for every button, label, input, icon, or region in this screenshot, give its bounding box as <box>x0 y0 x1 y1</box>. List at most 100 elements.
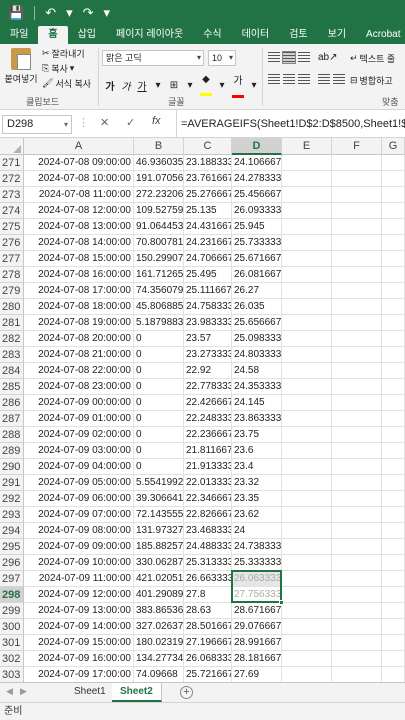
cell-empty[interactable] <box>382 171 405 187</box>
cell-empty[interactable] <box>382 267 405 283</box>
cell-d[interactable]: 27.756333 <box>232 587 282 603</box>
cell-empty[interactable] <box>382 299 405 315</box>
cell-d[interactable]: 25.733333 <box>232 235 282 251</box>
cell-empty[interactable] <box>332 459 382 475</box>
cell-empty[interactable] <box>332 379 382 395</box>
cell-b[interactable]: 0 <box>134 395 184 411</box>
cell-empty[interactable] <box>332 491 382 507</box>
row-header[interactable]: 272 <box>0 171 24 187</box>
cell-empty[interactable] <box>282 347 332 363</box>
cell-d[interactable]: 29.076667 <box>232 619 282 635</box>
cell-b[interactable]: 70.800781 <box>134 235 184 251</box>
cell-b[interactable]: 383.86536 <box>134 603 184 619</box>
cell-empty[interactable] <box>282 667 332 682</box>
bold-button[interactable]: 가 <box>104 78 116 93</box>
row-header[interactable]: 274 <box>0 203 24 219</box>
cell-c[interactable]: 24.706667 <box>184 251 232 267</box>
cell-empty[interactable] <box>332 219 382 235</box>
cell-a[interactable]: 2024-07-08 21:00:00 <box>24 347 134 363</box>
cell-c[interactable]: 25.495 <box>184 267 232 283</box>
cell-empty[interactable] <box>382 331 405 347</box>
cell-b[interactable]: 74.09668 <box>134 667 184 682</box>
cell-empty[interactable] <box>332 187 382 203</box>
chevron-down-icon[interactable]: ▾ <box>216 80 228 91</box>
cell-c[interactable]: 22.236667 <box>184 427 232 443</box>
cell-c[interactable]: 25.135 <box>184 203 232 219</box>
cell-empty[interactable] <box>382 667 405 682</box>
cell-empty[interactable] <box>282 635 332 651</box>
cell-d[interactable]: 28.671667 <box>232 603 282 619</box>
row-header[interactable]: 299 <box>0 603 24 619</box>
cell-empty[interactable] <box>332 331 382 347</box>
cell-empty[interactable] <box>382 347 405 363</box>
row-header[interactable]: 287 <box>0 411 24 427</box>
cell-c[interactable]: 27.8 <box>184 587 232 603</box>
cell-empty[interactable] <box>382 363 405 379</box>
cell-a[interactable]: 2024-07-09 07:00:00 <box>24 507 134 523</box>
cell-d[interactable]: 25.656667 <box>232 315 282 331</box>
cell-b[interactable]: 0 <box>134 331 184 347</box>
cell-empty[interactable] <box>382 523 405 539</box>
cell-c[interactable]: 24.758333 <box>184 299 232 315</box>
cell-a[interactable]: 2024-07-08 14:00:00 <box>24 235 134 251</box>
cell-empty[interactable] <box>382 475 405 491</box>
cell-empty[interactable] <box>282 251 332 267</box>
cell-b[interactable]: 72.143555 <box>134 507 184 523</box>
row-header[interactable]: 297 <box>0 571 24 587</box>
row-header[interactable]: 281 <box>0 315 24 331</box>
cell-empty[interactable] <box>282 507 332 523</box>
cell-a[interactable]: 2024-07-08 12:00:00 <box>24 203 134 219</box>
column-header-b[interactable]: B <box>134 138 184 155</box>
cell-empty[interactable] <box>382 427 405 443</box>
cell-empty[interactable] <box>382 187 405 203</box>
cell-empty[interactable] <box>382 395 405 411</box>
cell-a[interactable]: 2024-07-09 14:00:00 <box>24 619 134 635</box>
cell-empty[interactable] <box>332 619 382 635</box>
tab-6[interactable]: 검토 <box>279 26 317 44</box>
cell-c[interactable]: 26.663333 <box>184 571 232 587</box>
sheet-tab-1[interactable]: Sheet1 <box>66 683 115 702</box>
cell-c[interactable]: 24.231667 <box>184 235 232 251</box>
cell-d[interactable]: 25.671667 <box>232 251 282 267</box>
cell-d[interactable]: 24.145 <box>232 395 282 411</box>
chevron-down-icon[interactable]: ▾ <box>248 80 260 91</box>
row-header[interactable]: 300 <box>0 619 24 635</box>
cell-b[interactable]: 161.71265 <box>134 267 184 283</box>
cell-c[interactable]: 22.346667 <box>184 491 232 507</box>
cell-empty[interactable] <box>382 411 405 427</box>
cell-empty[interactable] <box>332 507 382 523</box>
chevron-down-icon[interactable]: ▾ <box>70 63 75 74</box>
cell-b[interactable]: 91.064453 <box>134 219 184 235</box>
dropdown-arrow-icon[interactable]: ▾ <box>66 0 73 26</box>
cell-a[interactable]: 2024-07-08 15:00:00 <box>24 251 134 267</box>
cell-empty[interactable] <box>282 203 332 219</box>
tab-0[interactable]: 파일 <box>0 26 38 44</box>
column-header-g[interactable]: G <box>382 138 405 155</box>
cut-button[interactable]: ✂ 잘라내기 <box>42 47 85 60</box>
cell-empty[interactable] <box>332 571 382 587</box>
cell-d[interactable]: 25.945 <box>232 219 282 235</box>
cell-empty[interactable] <box>282 171 332 187</box>
cell-empty[interactable] <box>282 491 332 507</box>
cell-d[interactable]: 28.181667 <box>232 651 282 667</box>
row-header[interactable]: 280 <box>0 299 24 315</box>
cell-empty[interactable] <box>382 555 405 571</box>
insert-function-icon[interactable]: fx <box>152 115 161 127</box>
cell-d[interactable]: 23.863333 <box>232 411 282 427</box>
row-header[interactable]: 278 <box>0 267 24 283</box>
row-header[interactable]: 289 <box>0 443 24 459</box>
wrap-text-button[interactable]: ↵ 텍스트 줄 <box>350 52 395 65</box>
row-header[interactable]: 291 <box>0 475 24 491</box>
cell-c[interactable]: 23.468333 <box>184 523 232 539</box>
cell-a[interactable]: 2024-07-08 11:00:00 <box>24 187 134 203</box>
cell-d[interactable]: 23.35 <box>232 491 282 507</box>
cell-empty[interactable] <box>282 187 332 203</box>
underline-button[interactable]: 가 <box>136 78 148 93</box>
cell-empty[interactable] <box>282 363 332 379</box>
cell-b[interactable]: 272.23206 <box>134 187 184 203</box>
cell-d[interactable]: 24.58 <box>232 363 282 379</box>
border-icon[interactable]: ⊞ <box>168 80 180 91</box>
cell-a[interactable]: 2024-07-09 04:00:00 <box>24 459 134 475</box>
cell-c[interactable]: 23.983333 <box>184 315 232 331</box>
name-box[interactable]: D298 ▾ <box>2 115 72 134</box>
